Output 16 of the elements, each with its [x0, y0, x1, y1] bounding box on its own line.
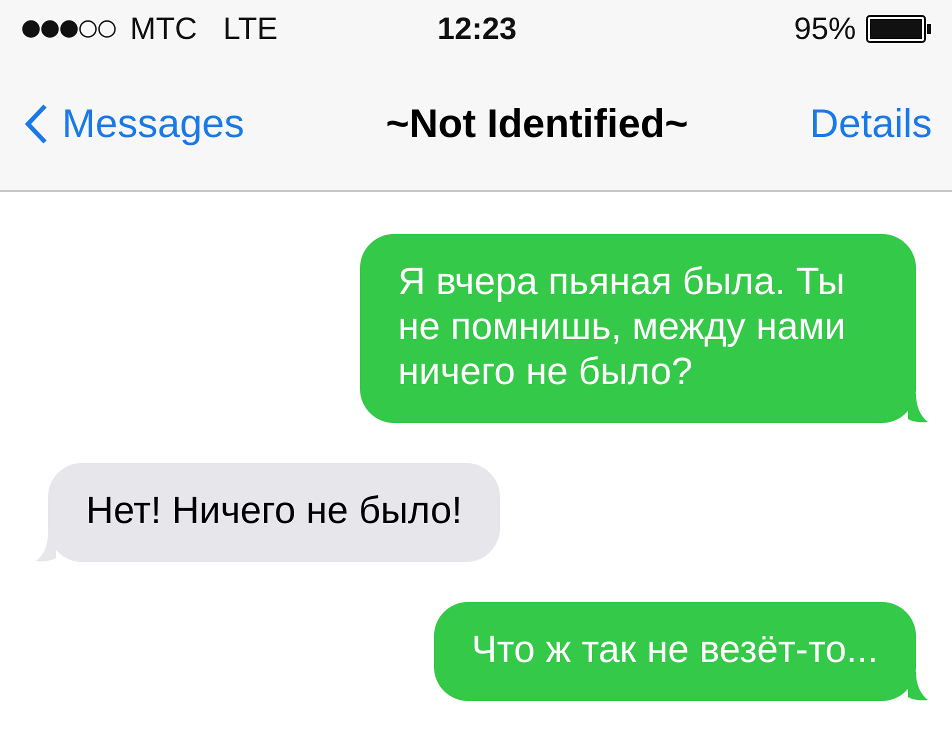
bubble-tail [908, 394, 928, 423]
chevron-icon [24, 104, 48, 144]
signal-icon [22, 20, 118, 38]
battery-percent: 95% [794, 11, 856, 47]
bubble-tail [908, 672, 928, 701]
bubble-tail [36, 533, 56, 562]
details-button[interactable]: Details [810, 102, 932, 146]
message-bubble: Что ж так не везёт-то... [434, 602, 916, 701]
carrier-name: МТС [130, 11, 198, 47]
battery-icon [866, 15, 932, 43]
message-bubble: Я вчера пьяная была. Ты не помнишь, между нами ничего не было? [360, 234, 916, 423]
status-time: 12:23 [437, 11, 517, 47]
message-bubble: Нет! Ничего не было! [48, 463, 500, 562]
network-type: LTE [223, 11, 278, 47]
contact-title: ~Not Identified~ [386, 102, 688, 146]
back-button[interactable]: Messages [24, 102, 244, 146]
